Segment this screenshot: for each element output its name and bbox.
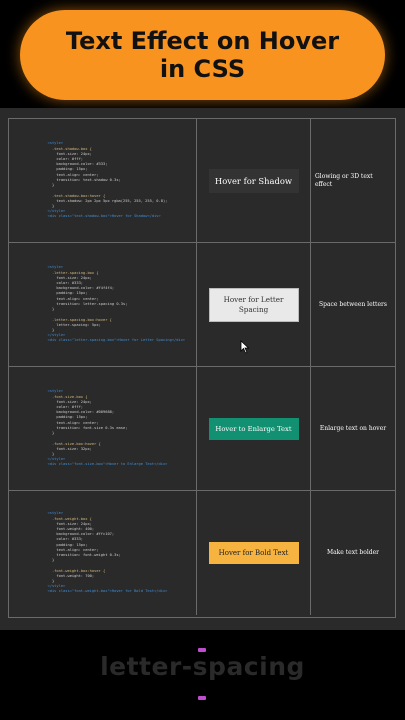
hover-letter-spacing-demo-box[interactable]: Hover for Letter Spacing xyxy=(208,287,299,322)
code-line: <div class="font-weight-box">Hover for B… xyxy=(47,589,168,594)
code-cell: <style> .text-shadow-box { font-size: 24… xyxy=(9,119,197,242)
effect-description: Glowing or 3D text effect xyxy=(315,172,373,188)
title-banner: Text Effect on Hover in CSS xyxy=(20,10,385,100)
hover-bold-demo-box[interactable]: Hover for Bold Text xyxy=(208,542,299,564)
code-cell: <style> .font-size-box { font-size: 24px… xyxy=(9,367,197,490)
code-line: <div class="text-shadow-box">Hover for S… xyxy=(47,214,161,219)
description-cell: Space between letters xyxy=(311,243,395,366)
code-snippet: <style> .font-weight-box { font-size: 24… xyxy=(9,491,196,615)
demo-cell: Hover for Letter Spacing xyxy=(197,243,311,366)
table-row-bold: <style> .font-weight-box { font-size: 24… xyxy=(9,491,395,615)
code-cell: <style> .letter-spacing-box { font-size:… xyxy=(9,243,197,366)
table-row-letter-spacing: <style> .letter-spacing-box { font-size:… xyxy=(9,243,395,367)
effects-table: <style> .text-shadow-box { font-size: 24… xyxy=(8,118,396,618)
code-cell: <style> .font-weight-box { font-size: 24… xyxy=(9,491,197,615)
demo-cell: Hover for Shadow xyxy=(197,119,311,242)
description-cell: Glowing or 3D text effect xyxy=(311,119,395,242)
effect-description: Enlarge text on hover xyxy=(319,424,387,432)
code-line: <div class="letter-spacing-box">Hover fo… xyxy=(47,338,186,343)
table-row-enlarge: <style> .font-size-box { font-size: 24px… xyxy=(9,367,395,491)
mouse-pointer-icon xyxy=(240,340,250,354)
title-line-1: Text Effect on Hover xyxy=(65,27,340,55)
title-line-2: in CSS xyxy=(159,55,246,83)
description-cell: Enlarge text on hover xyxy=(311,367,395,490)
code-line: <div class="font-size-box">Hover to Enla… xyxy=(47,462,168,467)
comparison-panel: <style> .text-shadow-box { font-size: 24… xyxy=(0,108,405,630)
hover-enlarge-demo-box[interactable]: Hover to Enlarge Text xyxy=(208,417,299,440)
demo-cell: Hover to Enlarge Text xyxy=(197,367,311,490)
code-snippet: <style> .font-size-box { font-size: 24px… xyxy=(9,367,196,490)
overlay-caption: letter-spacing xyxy=(100,652,305,681)
hover-shadow-demo-box[interactable]: Hover for Shadow xyxy=(208,168,299,193)
demo-cell: Hover for Bold Text xyxy=(197,491,311,615)
decorative-dash-bottom xyxy=(198,696,206,700)
code-snippet: <style> .letter-spacing-box { font-size:… xyxy=(9,243,196,366)
description-cell: Make text bolder xyxy=(311,491,395,615)
effect-description: Make text bolder xyxy=(326,549,380,556)
effect-description: Space between letters xyxy=(319,300,387,308)
table-row-shadow: <style> .text-shadow-box { font-size: 24… xyxy=(9,119,395,243)
code-snippet: <style> .text-shadow-box { font-size: 24… xyxy=(9,119,196,242)
